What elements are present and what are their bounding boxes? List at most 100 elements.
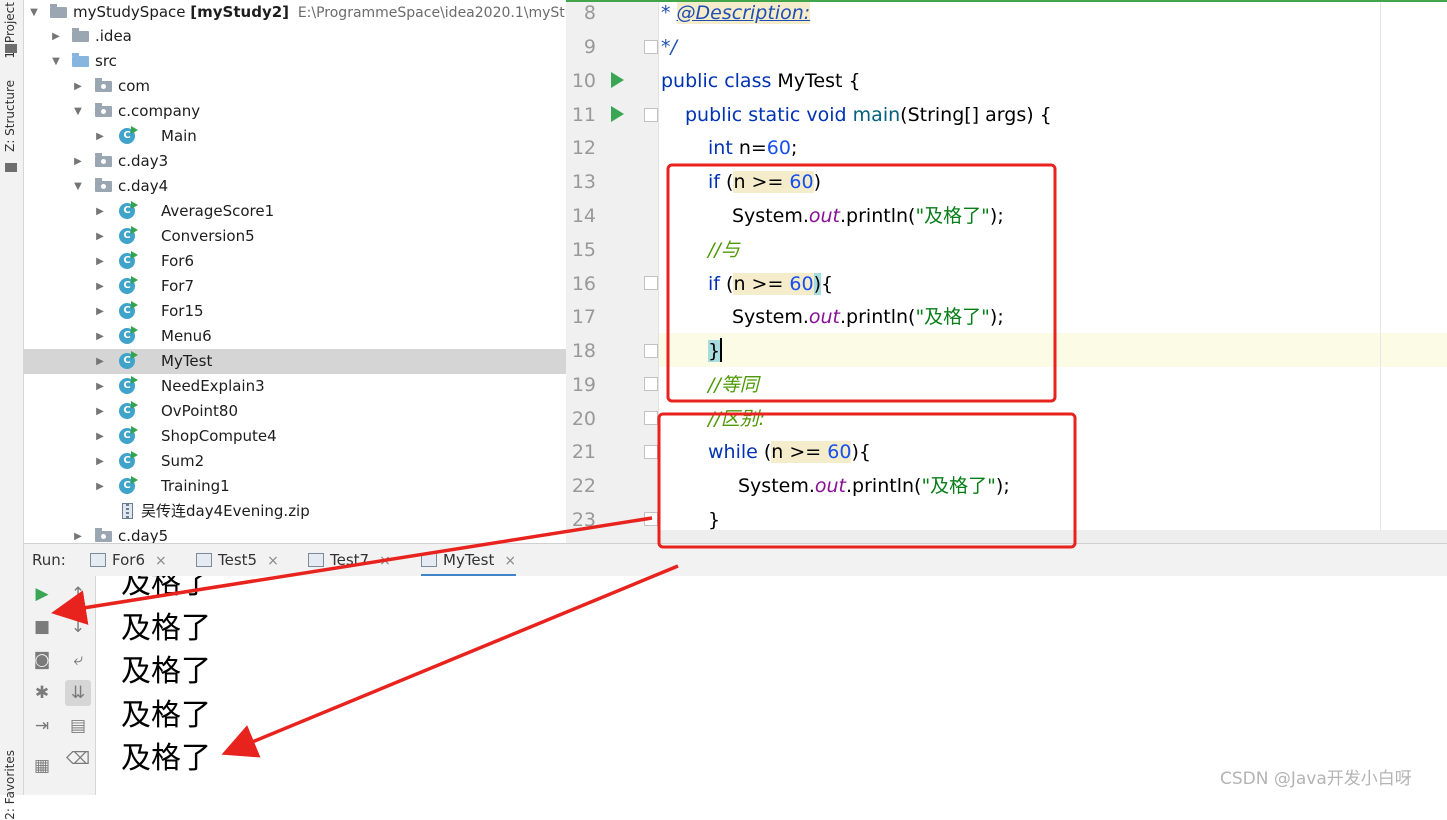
fold-marker-icon[interactable] bbox=[644, 512, 658, 526]
run-tab-mytest[interactable]: MyTest × bbox=[421, 544, 517, 577]
arrow-down-icon[interactable]: ↓ bbox=[65, 614, 91, 640]
tree-item[interactable]: ▶ c.day3 bbox=[24, 149, 566, 174]
java-class-icon: C bbox=[119, 326, 138, 344]
run-tab-for6[interactable]: For6 × bbox=[90, 544, 167, 577]
fold-marker-icon[interactable] bbox=[644, 108, 658, 122]
module-folder-icon bbox=[50, 4, 68, 20]
chevron-right-icon[interactable]: ▶ bbox=[94, 474, 106, 499]
project-name: myStudySpace bbox=[73, 3, 186, 21]
chevron-right-icon[interactable]: ▶ bbox=[94, 224, 106, 249]
tree-item[interactable]: ▶ C AverageScore1 bbox=[24, 199, 566, 224]
tree-item-selected[interactable]: ▶ C MyTest bbox=[24, 349, 566, 374]
close-icon[interactable]: × bbox=[379, 553, 391, 569]
chevron-down-icon[interactable]: ▼ bbox=[72, 99, 84, 124]
tree-item[interactable]: ▶ C NeedExplain3 bbox=[24, 374, 566, 399]
tree-item-label: AverageScore1 bbox=[161, 202, 275, 220]
chevron-right-icon[interactable]: ▶ bbox=[72, 524, 84, 543]
code-line-18: } bbox=[708, 338, 723, 362]
tree-root[interactable]: ▼ myStudySpace [myStudy2] E:\ProgrammeSp… bbox=[24, 0, 566, 25]
current-line-highlight bbox=[658, 333, 1447, 367]
project-path: E:\ProgrammeSpace\idea2020.1\myStu bbox=[297, 5, 566, 21]
trash-icon[interactable]: ⌫ bbox=[65, 746, 91, 772]
chevron-right-icon[interactable]: ▶ bbox=[94, 249, 106, 274]
chevron-right-icon[interactable]: ▶ bbox=[94, 299, 106, 324]
structure-tool-tab[interactable]: Z: Structure bbox=[3, 80, 17, 152]
chevron-right-icon[interactable]: ▶ bbox=[94, 324, 106, 349]
code-line-17: System.out.println("及格了"); bbox=[732, 306, 1004, 328]
tree-item[interactable]: ▶ .idea bbox=[24, 24, 566, 49]
tree-item[interactable]: ▶ C OvPoint80 bbox=[24, 399, 566, 424]
chevron-right-icon[interactable]: ▶ bbox=[94, 424, 106, 449]
run-tab-test5[interactable]: Test5 × bbox=[196, 544, 279, 577]
console-line: 及格了 bbox=[121, 576, 211, 601]
chevron-right-icon[interactable]: ▶ bbox=[94, 349, 106, 374]
chevron-right-icon[interactable]: ▶ bbox=[72, 74, 84, 99]
debug-bug-icon[interactable]: ✱ bbox=[29, 680, 55, 706]
tree-item[interactable]: ▶ C ShopCompute4 bbox=[24, 424, 566, 449]
tree-item[interactable]: ▼ c.day4 bbox=[24, 174, 566, 199]
exit-icon[interactable]: ⇥ bbox=[29, 713, 55, 739]
chevron-right-icon[interactable]: ▶ bbox=[94, 374, 106, 399]
chevron-down-icon[interactable]: ▼ bbox=[72, 174, 84, 199]
tree-item[interactable]: ▶ C Main bbox=[24, 124, 566, 149]
favorites-tool-tab[interactable]: 2: Favorites bbox=[3, 750, 17, 820]
tree-item[interactable]: ▶ C For6 bbox=[24, 249, 566, 274]
soft-wrap-icon[interactable]: ⤶ bbox=[65, 647, 91, 673]
package-icon bbox=[95, 103, 113, 119]
tree-item[interactable]: 吴传连day4Evening.zip bbox=[24, 499, 566, 524]
tree-item[interactable]: ▶ C For7 bbox=[24, 274, 566, 299]
tree-item[interactable]: ▼ src bbox=[24, 49, 566, 74]
chevron-right-icon[interactable]: ▶ bbox=[94, 399, 106, 424]
package-icon bbox=[95, 78, 113, 94]
fold-marker-icon[interactable] bbox=[644, 445, 658, 459]
layout-icon[interactable]: ▦ bbox=[29, 753, 55, 779]
tree-item-label: 吴传连day4Evening.zip bbox=[141, 502, 310, 520]
chevron-right-icon[interactable]: ▶ bbox=[94, 199, 106, 224]
fold-marker-icon[interactable] bbox=[644, 377, 658, 391]
editor-horizontal-scrollbar[interactable] bbox=[658, 530, 1447, 543]
tree-item-label: For15 bbox=[161, 302, 204, 320]
code-editor[interactable]: 8 9 10 11 12 13 14 15 16 17 18 19 20 21 … bbox=[566, 0, 1447, 543]
console-output[interactable]: 及格了 及格了 及格了 及格了 及格了 bbox=[97, 576, 1447, 795]
run-gutter-icon[interactable] bbox=[611, 106, 624, 122]
line-number: 21 bbox=[571, 441, 596, 463]
tree-item[interactable]: ▶ c.day5 bbox=[24, 524, 566, 543]
run-tab-test7[interactable]: Test7 × bbox=[308, 544, 391, 577]
stop-icon[interactable]: ■ bbox=[29, 614, 55, 640]
close-icon[interactable]: × bbox=[155, 553, 167, 569]
console-line: 及格了 bbox=[121, 698, 211, 733]
tree-item[interactable]: ▶ C Training1 bbox=[24, 474, 566, 499]
project-tree: ▼ myStudySpace [myStudy2] E:\ProgrammeSp… bbox=[24, 0, 566, 543]
run-gutter-icon[interactable] bbox=[611, 72, 624, 88]
tree-item-label: For6 bbox=[161, 252, 194, 270]
tree-item[interactable]: ▶ C For15 bbox=[24, 299, 566, 324]
fold-marker-icon[interactable] bbox=[644, 276, 658, 290]
chevron-down-icon[interactable]: ▼ bbox=[50, 49, 62, 74]
arrow-up-icon[interactable]: ↑ bbox=[65, 581, 91, 607]
run-label: Run: bbox=[32, 551, 66, 569]
java-class-icon: C bbox=[119, 476, 138, 494]
fold-marker-icon[interactable] bbox=[644, 411, 658, 425]
fold-marker-icon[interactable] bbox=[644, 344, 658, 358]
camera-icon[interactable]: ◙ bbox=[29, 647, 55, 673]
chevron-right-icon[interactable]: ▶ bbox=[94, 449, 106, 474]
chevron-right-icon[interactable]: ▶ bbox=[94, 274, 106, 299]
rerun-icon[interactable]: ▶ bbox=[29, 581, 55, 607]
gutter-divider bbox=[658, 0, 659, 543]
fold-marker-icon[interactable] bbox=[644, 40, 658, 54]
tree-item[interactable]: ▼ c.company bbox=[24, 99, 566, 124]
close-icon[interactable]: × bbox=[504, 553, 516, 569]
code-line-13: if (n >= 60) bbox=[708, 171, 822, 193]
tree-item[interactable]: ▶ C Conversion5 bbox=[24, 224, 566, 249]
print-icon[interactable]: ▤ bbox=[65, 713, 91, 739]
chevron-right-icon[interactable]: ▶ bbox=[72, 149, 84, 174]
chevron-right-icon[interactable]: ▶ bbox=[94, 124, 106, 149]
tree-item[interactable]: ▶ C Sum2 bbox=[24, 449, 566, 474]
chevron-right-icon[interactable]: ▶ bbox=[50, 24, 62, 49]
tree-item[interactable]: ▶ com bbox=[24, 74, 566, 99]
scroll-to-end-icon[interactable]: ⇊ bbox=[65, 680, 91, 706]
close-icon[interactable]: × bbox=[267, 553, 279, 569]
line-number: 14 bbox=[571, 205, 596, 227]
chevron-down-icon[interactable]: ▼ bbox=[28, 0, 40, 25]
tree-item[interactable]: ▶ C Menu6 bbox=[24, 324, 566, 349]
